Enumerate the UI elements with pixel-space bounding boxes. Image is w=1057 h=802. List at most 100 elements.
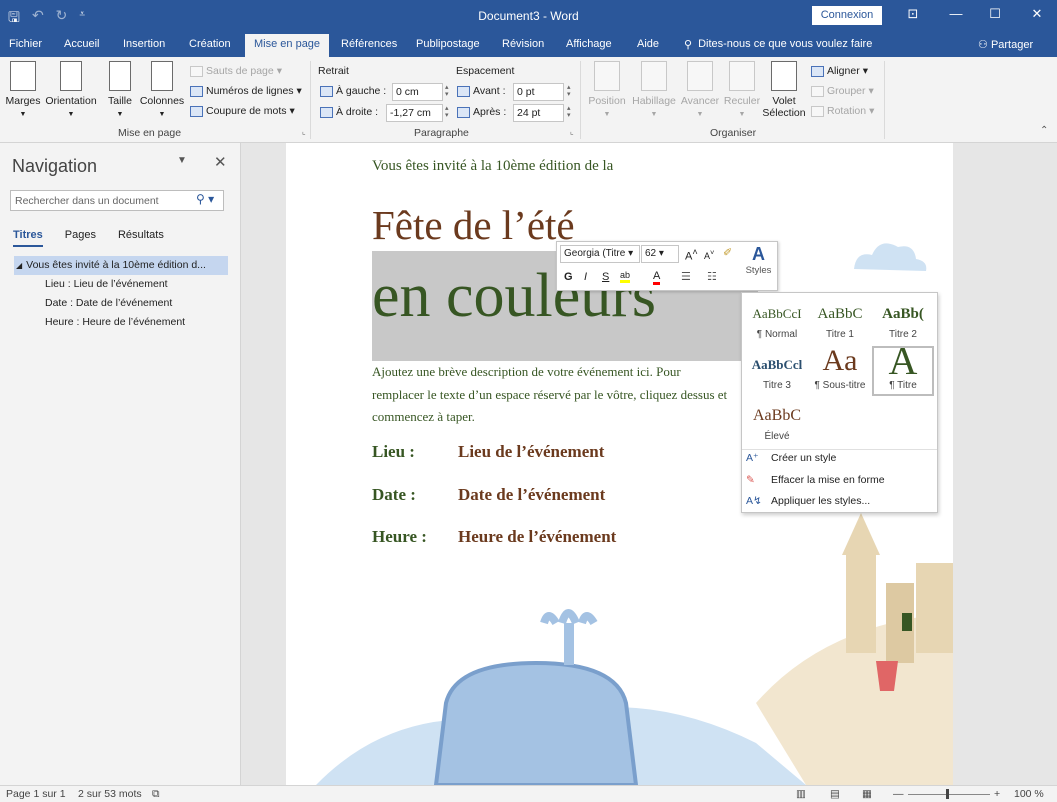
dialog-launcher-icon[interactable]: ⌞ <box>570 127 574 136</box>
group-button[interactable]: Grouper ▾ <box>811 85 874 97</box>
font-color-icon[interactable]: A <box>653 270 661 285</box>
shrink-font-icon[interactable]: A˅ <box>704 248 714 261</box>
style-sous-titre[interactable]: Aa ¶ Sous-titre <box>809 348 871 398</box>
rotate-button[interactable]: Rotation ▾ <box>811 105 874 117</box>
indent-right-field[interactable]: -1,27 cm <box>386 104 443 122</box>
sign-in-button[interactable]: Connexion <box>812 6 882 25</box>
detail-row-lieu[interactable]: Lieu : Lieu de l’événement <box>372 442 604 462</box>
collapse-triangle-icon[interactable]: ◢ <box>16 261 22 270</box>
highlight-icon[interactable]: ab <box>620 270 631 283</box>
tab-revision[interactable]: Révision <box>502 38 544 50</box>
wrap-text-button[interactable]: Habillage ▼ <box>630 61 678 118</box>
tab-aide[interactable]: Aide <box>637 38 659 50</box>
size-button[interactable]: Taille ▼ <box>104 61 136 118</box>
bullets-icon[interactable]: ☰ <box>681 270 691 283</box>
nav-tree-item[interactable]: Date : Date de l’événement <box>14 294 228 313</box>
style-eleve[interactable]: AaBbC Élevé <box>746 399 808 449</box>
tab-publipostage[interactable]: Publipostage <box>416 38 480 50</box>
ribbon-display-icon[interactable]: ⊡ <box>902 6 924 22</box>
clear-formatting-item[interactable]: ✎ Effacer la mise en forme <box>746 474 885 486</box>
align-button[interactable]: Aligner ▾ <box>811 65 868 77</box>
format-painter-icon[interactable]: ✐ <box>723 246 732 259</box>
spacing-before-field[interactable]: 0 pt <box>513 83 564 101</box>
columns-button[interactable]: Colonnes ▼ <box>138 61 186 118</box>
nav-tabs: Titres Pages Résultats <box>13 229 164 247</box>
close-window-icon[interactable]: ✕ <box>1026 6 1048 22</box>
selection-pane-button[interactable]: Volet Sélection <box>762 61 806 119</box>
nav-tree-item[interactable]: Lieu : Lieu de l’événement <box>14 275 228 294</box>
indent-left-field[interactable]: 0 cm <box>392 83 443 101</box>
chevron-down-icon: ▼ <box>158 111 166 118</box>
maximize-icon[interactable]: ☐ <box>984 6 1006 22</box>
bold-icon[interactable]: G <box>564 271 573 283</box>
web-layout-icon[interactable]: ▦ <box>862 788 872 800</box>
page-count[interactable]: Page 1 sur 1 <box>6 788 66 800</box>
detail-row-date[interactable]: Date : Date de l’événement <box>372 485 605 505</box>
style-normal[interactable]: AaBbCcI ¶ Normal <box>746 297 808 347</box>
doc-description[interactable]: Ajoutez une brève description de votre é… <box>372 361 732 429</box>
italic-icon[interactable]: I <box>584 271 587 283</box>
share-button[interactable]: ⚇ Partager <box>978 38 1033 51</box>
spacing-after-field[interactable]: 24 pt <box>513 104 564 122</box>
zoom-level[interactable]: 100 % <box>1014 788 1044 800</box>
ribbon-tabs: Fichier Accueil Insertion Création Mise … <box>0 32 1057 57</box>
proofing-icon[interactable]: ⧉ <box>152 788 160 801</box>
read-mode-icon[interactable]: ▥ <box>796 788 806 800</box>
nav-options-icon[interactable]: ▼ <box>177 155 187 166</box>
tab-affichage[interactable]: Affichage <box>566 38 612 50</box>
tab-mise-en-page[interactable]: Mise en page <box>245 34 330 57</box>
dialog-launcher-icon[interactable]: ⌞ <box>302 127 306 136</box>
style-titre-3[interactable]: AaBbCcl Titre 3 <box>746 348 808 398</box>
detail-row-heure[interactable]: Heure : Heure de l’événement <box>372 527 616 547</box>
send-backward-button[interactable]: Reculer ▼ <box>722 61 762 118</box>
font-name-field[interactable]: Georgia (Titre ▾ <box>560 245 640 263</box>
tab-fichier[interactable]: Fichier <box>9 38 42 50</box>
spacing-before-spinner[interactable]: ▴ ▾ <box>567 84 571 98</box>
apply-styles-item[interactable]: A↯ Appliquer les styles... <box>746 495 870 507</box>
nav-search-input[interactable]: Rechercher dans un document <box>10 190 224 211</box>
grow-font-icon[interactable]: A˄ <box>685 247 698 263</box>
styles-button[interactable]: A Styles <box>740 243 777 289</box>
bring-forward-button[interactable]: Avancer ▼ <box>679 61 721 118</box>
doc-title[interactable]: Fête de l’été <box>372 201 575 249</box>
word-count[interactable]: 2 sur 53 mots <box>78 788 142 800</box>
tab-references[interactable]: Références <box>341 38 397 50</box>
tab-insertion[interactable]: Insertion <box>123 38 165 50</box>
tell-me-box[interactable]: ⚲ Dites-nous ce que vous voulez faire <box>684 38 872 51</box>
minimize-icon[interactable]: — <box>945 6 967 21</box>
zoom-in-icon[interactable]: + <box>994 788 1000 800</box>
zoom-out-icon[interactable]: — <box>893 788 904 800</box>
close-icon[interactable]: ✕ <box>214 153 227 171</box>
zoom-slider-thumb[interactable] <box>946 789 949 799</box>
bring-forward-icon <box>687 61 713 91</box>
margins-button[interactable]: Marges ▼ <box>4 61 42 118</box>
create-style-item[interactable]: A⁺ Créer un style <box>746 452 836 464</box>
font-size-field[interactable]: 62 ▾ <box>641 245 679 263</box>
tab-creation[interactable]: Création <box>189 38 231 50</box>
numbering-icon[interactable]: ☷ <box>707 270 717 283</box>
style-titre-2[interactable]: AaBb( Titre 2 <box>872 297 934 347</box>
nav-tree-item[interactable]: ◢ Vous êtes invité à la 10ème édition d..… <box>14 256 228 275</box>
style-titre[interactable]: A ¶ Titre <box>872 346 934 396</box>
underline-icon[interactable]: S <box>602 271 609 283</box>
line-numbers-button[interactable]: Numéros de lignes ▾ <box>190 85 302 97</box>
nav-tree-item[interactable]: Heure : Heure de l’événement <box>14 313 228 332</box>
breaks-button[interactable]: Sauts de page ▾ <box>190 65 282 77</box>
style-titre-1[interactable]: AaBbC Titre 1 <box>809 297 871 347</box>
orientation-button[interactable]: Orientation ▼ <box>43 61 99 118</box>
spacing-after-spinner[interactable]: ▴ ▾ <box>567 105 571 119</box>
position-button[interactable]: Position ▼ <box>586 61 628 118</box>
indent-right-spinner[interactable]: ▴ ▾ <box>445 105 449 119</box>
zoom-slider[interactable] <box>908 794 990 795</box>
hyphenation-button[interactable]: Coupure de mots ▾ <box>190 105 295 117</box>
nav-tab-titres[interactable]: Titres <box>13 229 43 247</box>
nav-tab-pages[interactable]: Pages <box>65 229 96 247</box>
indent-left-spinner[interactable]: ▴ ▾ <box>445 84 449 98</box>
search-icon[interactable]: ⚲ ▾ <box>196 192 232 206</box>
print-layout-icon[interactable]: ▤ <box>830 788 840 800</box>
collapse-ribbon-icon[interactable]: ⌃ <box>1040 125 1048 136</box>
tab-accueil[interactable]: Accueil <box>64 38 99 50</box>
intro-text[interactable]: Vous êtes invité à la 10ème édition de l… <box>372 158 613 175</box>
nav-tab-resultats[interactable]: Résultats <box>118 229 164 247</box>
title-bar: 🖫 ↶ ↻ ⩡ Document3 - Word Connexion ⊡ — ☐… <box>0 0 1057 32</box>
